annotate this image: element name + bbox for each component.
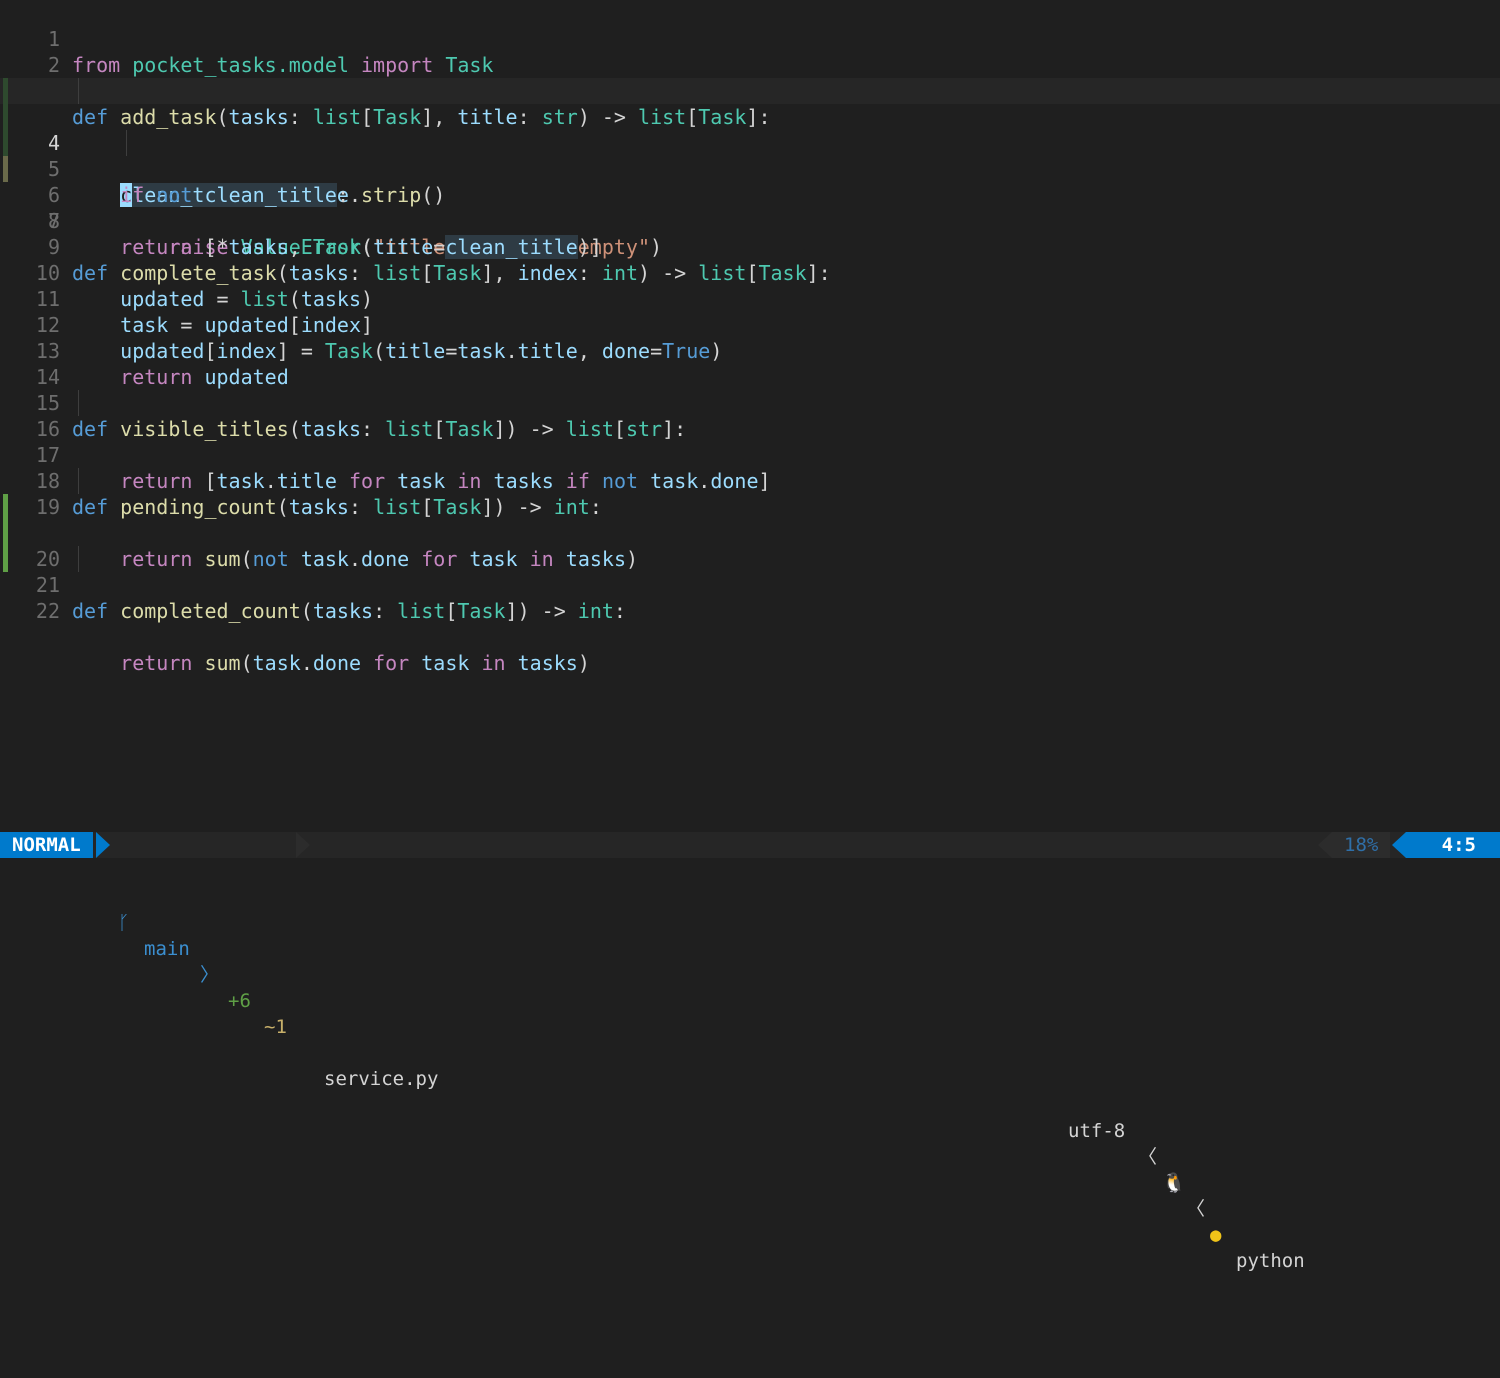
indent-guide: [78, 468, 79, 494]
percent-separator: [1318, 832, 1332, 858]
git-modified-marker: [3, 104, 8, 130]
punct: ]) ->: [505, 599, 578, 623]
git-added-marker: [3, 494, 8, 520]
indent-guide: [78, 78, 79, 104]
code-line-21[interactable]: 21 def completed_count(tasks: list[Task]…: [0, 520, 1500, 623]
mode-indicator: NORMAL: [0, 832, 93, 858]
keyword: in: [481, 651, 506, 675]
git-branch-icon: ᚴ: [118, 912, 130, 934]
code-line-18[interactable]: 18 def pending_count(tasks: list[Task]) …: [0, 442, 1500, 519]
indent-guide: [126, 130, 127, 156]
punct: :: [613, 599, 626, 623]
editor-pane[interactable]: 1 from pocket_tasks.model import Task 2 …: [0, 0, 1500, 830]
separator-icon: 〈: [1186, 1198, 1206, 1220]
code-line-16[interactable]: 16 return [task.title for task in tasks …: [0, 390, 1500, 493]
punct: [: [445, 599, 458, 623]
variable: task: [252, 651, 301, 675]
code-line-4[interactable]: 4 clean_title = title.strip(): [0, 78, 1500, 207]
position-separator: [1392, 832, 1406, 858]
filename[interactable]: service.py: [324, 1066, 438, 1092]
git-modified-marker: [3, 156, 8, 182]
scroll-percent: 18%: [1332, 832, 1391, 858]
git-diff-modified: ~1: [264, 1016, 287, 1038]
punct: :: [373, 599, 398, 623]
linux-icon: 🐧: [1162, 1172, 1186, 1194]
punct: .: [300, 651, 313, 675]
punct: ): [577, 651, 590, 675]
code-line-6[interactable]: 6 raise ValueError("title cannot be empt…: [0, 130, 1500, 259]
code-line-3[interactable]: 3 def add_task(tasks: list[Task], title:…: [0, 52, 1500, 129]
command-line[interactable]: [0, 858, 1500, 885]
code-line-9[interactable]: 9 def complete_task(tasks: list[Task], i…: [0, 208, 1500, 285]
code-line-5[interactable]: 5 if not clean_title:: [0, 104, 1500, 207]
code-line-13[interactable]: 13 return updated: [0, 312, 1500, 389]
punct: (: [240, 651, 253, 675]
code-line-17[interactable]: 17: [0, 416, 1500, 467]
code-line-1[interactable]: 1 from pocket_tasks.model import Task: [0, 0, 1500, 77]
type: Task: [457, 599, 506, 623]
type: list: [397, 599, 446, 623]
mode-separator: [96, 832, 110, 858]
git-modified-marker: [3, 130, 8, 156]
code-line-11[interactable]: 11 task = updated[index]: [0, 260, 1500, 337]
attribute: done: [312, 651, 362, 675]
code-line-19[interactable]: 19 return sum(not task.done for task in …: [0, 468, 1500, 571]
separator-icon: 〈: [1138, 1146, 1158, 1168]
code-line-20[interactable]: 20: [0, 494, 1500, 571]
indent-guide: [78, 546, 79, 572]
statusline: NORMAL ᚴ main 〉 +6 ~1 service.py utf-8 〈…: [0, 832, 1500, 1272]
cursor-position: 4:5: [1406, 832, 1500, 858]
file-encoding: utf-8: [1068, 1120, 1126, 1142]
python-icon: ●: [1210, 1224, 1222, 1246]
param: tasks: [312, 599, 374, 623]
keyword-def: def: [72, 599, 109, 623]
git-branch[interactable]: main: [144, 936, 190, 962]
code-line-15[interactable]: 15 def visible_titles(tasks: list[Task])…: [0, 364, 1500, 441]
code-line-8[interactable]: 8: [0, 182, 1500, 233]
keyword: return: [120, 651, 193, 675]
keyword: for: [373, 651, 410, 675]
git-added-marker: [3, 520, 8, 546]
filetype: python: [1236, 1250, 1305, 1272]
builtin: sum: [204, 651, 241, 675]
code-line-10[interactable]: 10 updated = list(tasks): [0, 234, 1500, 311]
code-line-7[interactable]: 7 return [*tasks, Task(title=clean_title…: [0, 156, 1500, 259]
filename-separator: [296, 832, 310, 858]
function-name: completed_count: [120, 599, 301, 623]
git-added-marker: [3, 546, 8, 572]
punct: (: [300, 599, 313, 623]
git-modified-marker: [3, 78, 8, 104]
separator-icon: 〉: [200, 964, 220, 986]
variable: tasks: [517, 651, 578, 675]
line-number: 22: [35, 599, 60, 623]
git-diff-added: +6: [228, 990, 251, 1012]
indent-guide: [78, 390, 79, 416]
code-line-22[interactable]: 22 return sum(task.done for task in task…: [0, 546, 1500, 675]
type: int: [577, 599, 614, 623]
code-line-12[interactable]: 12 updated[index] = Task(title=task.titl…: [0, 286, 1500, 363]
code-line-2[interactable]: 2: [0, 26, 1500, 77]
variable: task: [421, 651, 470, 675]
code-line-14[interactable]: 14: [0, 338, 1500, 389]
